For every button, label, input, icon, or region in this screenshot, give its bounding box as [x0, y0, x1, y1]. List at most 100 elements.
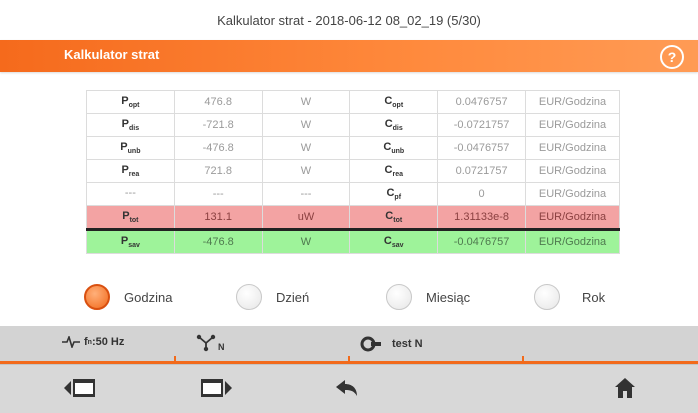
period-label: Miesiąc [426, 289, 471, 305]
power-label: Punb [86, 136, 175, 160]
cost-label-subscript: unb [391, 148, 405, 156]
power-label: Psav [86, 228, 175, 254]
radio-empty-icon [236, 284, 262, 310]
home-button[interactable] [614, 377, 636, 404]
next-screen-icon [201, 379, 232, 397]
power-label: Pdis [86, 113, 175, 137]
cost-label-subscript: pf [394, 194, 402, 202]
cost-label-subscript: dis [392, 125, 403, 133]
cost-label: Ctot [349, 205, 439, 230]
table-row: Popt 476.8 W Copt 0.0476757 EUR/Godzina [86, 90, 620, 114]
power-value: 476.8 [173, 90, 263, 114]
header-bar: Kalkulator strat ? [0, 40, 698, 72]
cost-value: 0.0721757 [437, 159, 527, 183]
back-button[interactable] [336, 379, 358, 404]
power-label-subscript: tot [129, 217, 139, 225]
power-label: Popt [86, 90, 175, 114]
frequency-status: f n:50 Hz [62, 336, 124, 348]
radio-empty-icon [534, 284, 560, 310]
prev-screen-icon [64, 379, 95, 397]
status-divider-tick [348, 356, 350, 364]
prev-screen-button[interactable] [64, 375, 96, 406]
cost-label: Crea [349, 159, 439, 183]
radio-empty-icon [386, 284, 412, 310]
power-label-symbol: P [121, 94, 129, 107]
cost-unit: EUR/Godzina [525, 136, 620, 160]
power-unit: W [261, 136, 351, 160]
cost-value: 0.0476757 [437, 90, 527, 114]
period-selector: Godzina Dzień Miesiąc Rok [0, 284, 698, 314]
power-unit: W [261, 159, 351, 183]
power-label-subscript: dis [129, 125, 140, 133]
power-label-symbol: P [121, 117, 129, 130]
power-label-symbol: --- [124, 186, 136, 199]
cost-label-symbol: C [384, 117, 393, 130]
radio-selected-icon [84, 284, 110, 310]
waveform-icon [62, 336, 80, 348]
cost-label: Cdis [349, 113, 439, 137]
cost-unit: EUR/Godzina [525, 228, 620, 254]
power-label-subscript: unb [127, 148, 141, 156]
cost-label-subscript: sav [391, 242, 404, 250]
cost-label: Csav [349, 228, 439, 254]
status-divider-tick [174, 356, 176, 364]
power-label: Ptot [86, 205, 175, 230]
test-status: test N [360, 335, 423, 353]
cost-unit: EUR/Godzina [525, 205, 620, 230]
frequency-value: :50 Hz [91, 336, 125, 348]
status-bar: f n:50 Hz N test N [0, 326, 698, 364]
cost-label: Copt [349, 90, 439, 114]
table-row: Pdis -721.8 W Cdis -0.0721757 EUR/Godzina [86, 113, 620, 137]
period-label: Godzina [124, 289, 173, 305]
back-icon [336, 380, 357, 396]
loss-table: Popt 476.8 W Copt 0.0476757 EUR/Godzina Pdis -7… [86, 90, 620, 254]
period-label: Rok [582, 289, 606, 305]
power-label: --- [86, 182, 175, 206]
period-option-rok[interactable]: Rok [534, 284, 605, 310]
table-row: Psav -476.8 W Csav -0.0476757 EUR/Godzina [86, 228, 620, 254]
cost-value: -0.0721757 [437, 113, 527, 137]
cost-unit: EUR/Godzina [525, 90, 620, 114]
power-label-symbol: P [122, 209, 130, 222]
period-option-miesiac[interactable]: Miesiąc [386, 284, 470, 310]
period-label: Dzień [276, 289, 310, 305]
power-label: Prea [86, 159, 175, 183]
period-option-dzien[interactable]: Dzień [236, 284, 309, 310]
power-label-symbol: P [120, 140, 128, 153]
cost-label-subscript: opt [392, 102, 404, 110]
power-label-symbol: P [121, 163, 129, 176]
cost-label-subscript: tot [393, 217, 403, 225]
table-row: Punb -476.8 W Cunb -0.0476757 EUR/Godzina [86, 136, 620, 160]
help-button[interactable]: ? [660, 45, 684, 69]
cost-label-subscript: rea [392, 171, 403, 179]
next-screen-button[interactable] [200, 375, 232, 406]
help-icon: ? [667, 49, 677, 65]
topology-sub: N [218, 342, 225, 352]
period-option-godzina[interactable]: Godzina [84, 284, 172, 310]
probe-icon [360, 336, 381, 352]
table-row: Prea 721.8 W Crea 0.0721757 EUR/Godzina [86, 159, 620, 183]
cost-value: -0.0476757 [437, 136, 527, 160]
power-unit: uW [261, 205, 351, 230]
cost-unit: EUR/Godzina [525, 113, 620, 137]
table-row: --- --- --- Cpf 0 EUR/Godzina [86, 182, 620, 206]
topology-status: N [196, 334, 225, 352]
status-divider-tick [522, 356, 524, 364]
table-row: Ptot 131.1 uW Ctot 1.31133e-8 EUR/Godzina [86, 205, 620, 230]
test-label: test N [392, 338, 423, 350]
bottom-toolbar [0, 364, 698, 413]
home-icon [615, 378, 635, 398]
power-value: --- [173, 182, 263, 206]
header-title: Kalkulator strat [64, 47, 160, 62]
power-label-subscript: opt [128, 102, 140, 110]
power-value: -476.8 [173, 136, 263, 160]
network-topology-icon [196, 334, 216, 352]
power-value: -476.8 [173, 228, 263, 254]
power-value: -721.8 [173, 113, 263, 137]
power-label-subscript: sav [128, 242, 140, 250]
power-unit: W [261, 228, 351, 254]
power-value: 721.8 [173, 159, 263, 183]
power-unit: --- [261, 182, 351, 206]
cost-value: -0.0476757 [437, 228, 527, 254]
cost-unit: EUR/Godzina [525, 159, 620, 183]
